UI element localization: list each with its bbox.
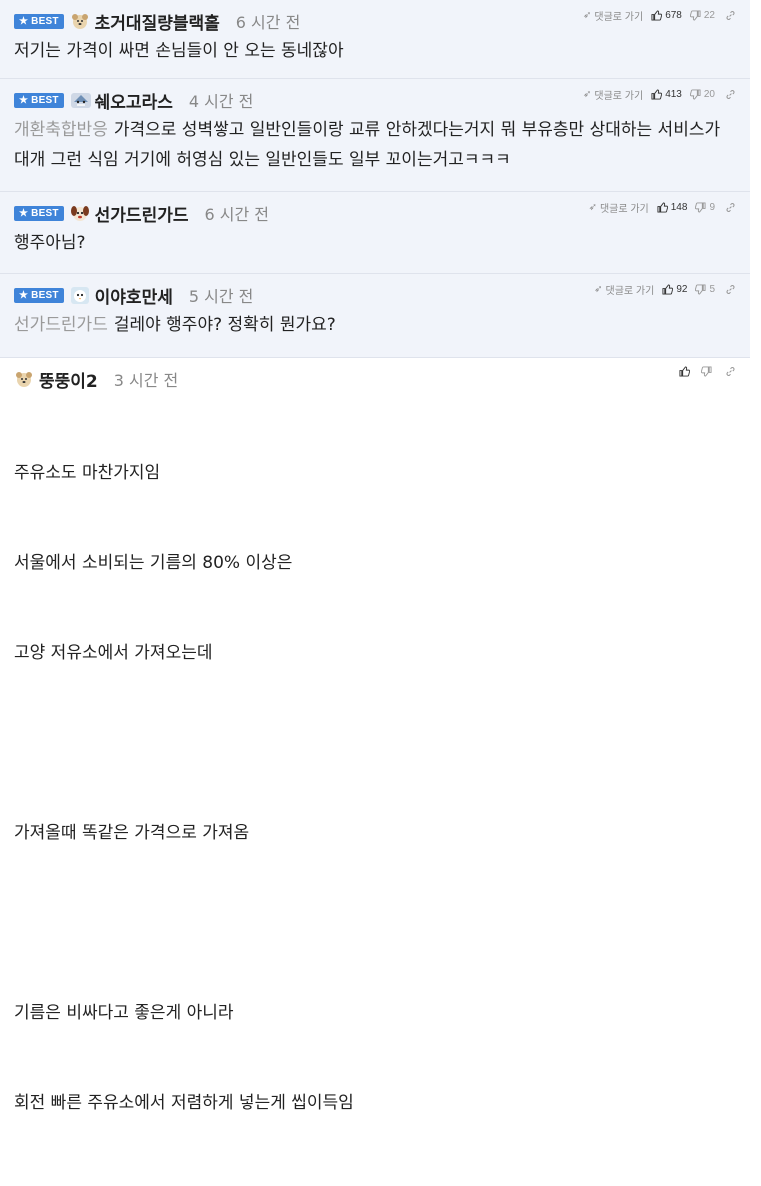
dog-avatar-icon[interactable] <box>14 369 34 389</box>
comment-actions <box>679 366 736 377</box>
reply-arrow-icon: ➶ <box>588 202 597 213</box>
downvote-button[interactable]: 9 <box>695 202 715 213</box>
best-comment: ★ BEST 초거대질량블랙홀 6 시간 전 ➶ 댓글로 가기 678 22 저기는… <box>0 0 750 79</box>
thumbs-up-icon <box>651 10 663 21</box>
downvote-button[interactable]: 22 <box>689 10 715 21</box>
reply-arrow-icon: ➶ <box>583 89 592 100</box>
best-badge: ★ BEST <box>14 13 64 29</box>
timestamp: 6 시간 전 <box>235 13 301 32</box>
link-icon[interactable] <box>725 366 736 377</box>
nickname[interactable]: 쉐오고라스 <box>95 88 173 113</box>
timestamp: 3 시간 전 <box>113 371 179 390</box>
best-badge: ★ BEST <box>14 205 64 221</box>
thumbs-down-icon <box>701 366 712 377</box>
upvote-button[interactable]: 413 <box>651 89 682 100</box>
mention-link[interactable]: 개환축합반응 <box>14 120 108 140</box>
link-icon[interactable] <box>725 89 736 100</box>
upvote-button[interactable]: 678 <box>651 10 682 21</box>
reply-arrow-icon: ➶ <box>583 10 592 21</box>
star-icon: ★ <box>19 15 29 27</box>
comment-line: 고양 저유소에서 가져오는데 <box>14 643 213 663</box>
best-label: BEST <box>31 15 59 27</box>
comment: 뚱뚱이2 3 시간 전 주유소도 마찬가지임 서울에서 소비되는 기름의 80%… <box>0 358 750 1113</box>
puppy-avatar-icon[interactable] <box>70 203 90 223</box>
downvote-button[interactable] <box>701 366 715 377</box>
best-label: BEST <box>31 289 59 301</box>
comment-line <box>14 908 738 938</box>
star-icon: ★ <box>19 289 29 301</box>
comment-text: 행주아님? <box>14 233 86 253</box>
comment-line: 서울에서 소비되는 기름의 80% 이상은 <box>14 553 293 573</box>
comment-actions: ➶ 댓글로 가기 413 20 <box>583 87 736 102</box>
bird-avatar-icon[interactable] <box>70 285 90 305</box>
link-icon[interactable] <box>725 10 736 21</box>
upvote-button[interactable]: 92 <box>662 284 687 295</box>
comment-line: 회전 빠른 주유소에서 저렴하게 넣는게 씹이득임 <box>14 1093 354 1113</box>
best-badge: ★ BEST <box>14 287 64 303</box>
thumbs-up-icon <box>657 202 668 213</box>
timestamp: 4 시간 전 <box>188 92 254 111</box>
mention-link[interactable]: 선가드린가드 <box>14 315 108 335</box>
comment-actions: ➶ 댓글로 가기 92 5 <box>594 282 736 297</box>
comment-actions: ➶ 댓글로 가기 678 22 <box>583 8 736 23</box>
upvote-button[interactable] <box>679 366 693 377</box>
nickname[interactable]: 이야호만세 <box>95 283 173 308</box>
thumbs-up-icon <box>679 366 690 377</box>
timestamp: 6 시간 전 <box>204 205 270 224</box>
reply-link[interactable]: ➶ 댓글로 가기 <box>583 87 643 102</box>
thumbs-down-icon <box>689 89 701 100</box>
comment-line: 가져올때 똑같은 가격으로 가져옴 <box>14 823 250 843</box>
best-badge: ★ BEST <box>14 92 64 108</box>
nickname[interactable]: 선가드린가드 <box>95 201 189 226</box>
thumbs-down-icon <box>689 10 701 21</box>
nickname[interactable]: 초거대질량블랙홀 <box>95 9 220 34</box>
best-label: BEST <box>31 207 59 219</box>
shark-avatar-icon[interactable] <box>70 90 91 110</box>
comment-text: 저기는 가격이 싸면 손님들이 안 오는 동네잖아 <box>14 41 344 61</box>
thumbs-up-icon <box>651 89 663 100</box>
comment-text: 개환축합반응 가격으로 성벽쌓고 일반인들이랑 교류 안하겠다는거지 뭐 부유층만… <box>14 120 726 170</box>
comment-line <box>14 728 738 758</box>
nickname[interactable]: 뚱뚱이2 <box>39 367 98 392</box>
timestamp: 5 시간 전 <box>188 287 254 306</box>
upvote-button[interactable]: 148 <box>657 202 687 213</box>
thumbs-down-icon <box>695 284 706 295</box>
link-icon[interactable] <box>725 284 736 295</box>
reply-link[interactable]: ➶ 댓글로 가기 <box>583 8 643 23</box>
star-icon: ★ <box>19 94 29 106</box>
best-comment: ★ BEST 선가드린가드 6 시간 전 ➶ 댓글로 가기 148 9 행주아님? <box>0 192 750 274</box>
comment-text: 선가드린가드 걸레야 행주야? 정확히 뭔가요? <box>14 315 336 335</box>
thumbs-up-icon <box>662 284 674 295</box>
reply-link[interactable]: ➶ 댓글로 가기 <box>589 200 649 215</box>
star-icon: ★ <box>19 207 29 219</box>
comment-actions: ➶ 댓글로 가기 148 9 <box>589 200 736 215</box>
best-label: BEST <box>31 94 59 106</box>
comment-text: 주유소도 마찬가지임 서울에서 소비되는 기름의 80% 이상은 고양 저유소에… <box>14 392 738 1186</box>
best-comment: ★ BEST 이야호만세 5 시간 전 ➶ 댓글로 가기 92 5 선가드린가드 걸레… <box>0 274 750 358</box>
dog-avatar-icon[interactable] <box>70 11 90 31</box>
comment-line: 주유소도 마찬가지임 <box>14 463 161 483</box>
comment-line: 기름은 비싸다고 좋은게 아니라 <box>14 1003 234 1023</box>
link-icon[interactable] <box>725 202 736 213</box>
thumbs-down-icon <box>695 202 706 213</box>
best-comment: ★ BEST 쉐오고라스 4 시간 전 ➶ 댓글로 가기 413 20 개환축합반응… <box>0 79 750 192</box>
reply-arrow-icon: ➶ <box>594 284 603 295</box>
reply-link[interactable]: ➶ 댓글로 가기 <box>594 282 654 297</box>
downvote-button[interactable]: 5 <box>695 284 715 295</box>
downvote-button[interactable]: 20 <box>689 89 715 100</box>
